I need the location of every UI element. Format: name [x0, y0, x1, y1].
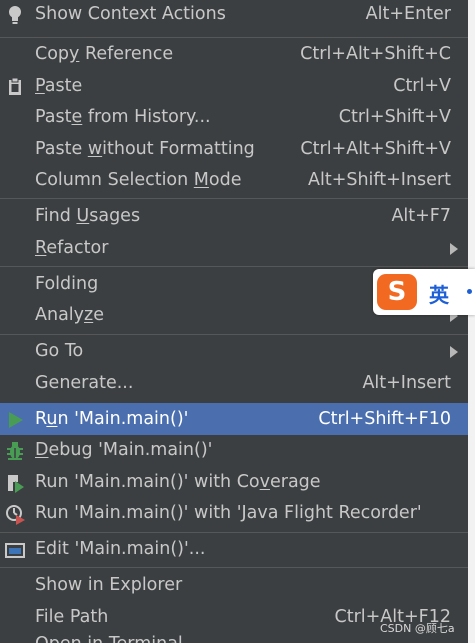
- menu-item-label: Find Usages: [35, 206, 141, 226]
- menu-item-refactor[interactable]: Refactor: [0, 233, 468, 264]
- separator: [0, 567, 468, 568]
- menu-item-shortcut: Ctrl+Shift+V: [338, 107, 451, 127]
- menu-item-column-selection-mode[interactable]: Column Selection Mode Alt+Shift+Insert: [0, 165, 468, 196]
- submenu-arrow-icon: [450, 346, 458, 358]
- menu-item-copy-reference[interactable]: Copy Reference Ctrl+Alt+Shift+C: [0, 39, 468, 70]
- menu-item-show-in-explorer[interactable]: Show in Explorer: [0, 570, 468, 601]
- menu-item-shortcut: Ctrl+Alt+Shift+C: [300, 44, 451, 64]
- menu-item-label: Run 'Main.main()' with 'Java Flight Reco…: [35, 503, 422, 523]
- bug-icon: [7, 442, 23, 460]
- bulb-icon: [9, 6, 21, 24]
- menu-item-label: Folding: [35, 274, 99, 294]
- menu-item-generate[interactable]: Generate... Alt+Insert: [0, 368, 468, 399]
- menu-item-run-with-coverage[interactable]: Run 'Main.main()' with Coverage: [0, 467, 468, 498]
- menu-item-label: Edit 'Main.main()'...: [35, 539, 206, 559]
- menu-item-label: Open in Terminal: [35, 634, 183, 643]
- menu-item-run[interactable]: Run 'Main.main()' Ctrl+Shift+F10: [0, 403, 468, 435]
- clipboard-icon: [9, 77, 21, 95]
- menu-item-shortcut: Alt+Insert: [362, 373, 451, 393]
- separator: [0, 266, 468, 267]
- menu-item-show-context-actions[interactable]: Show Context Actions Alt+Enter: [0, 0, 468, 30]
- menu-item-label: Copy Reference: [35, 44, 174, 64]
- menu-item-label: File Path: [35, 607, 109, 627]
- menu-item-label: Analyze: [35, 305, 104, 325]
- menu-item-shortcut: Ctrl+V: [393, 76, 451, 96]
- sogou-logo-icon: S: [377, 274, 417, 310]
- menu-item-label: Show in Explorer: [35, 575, 183, 595]
- menu-item-shortcut: Alt+Enter: [365, 4, 451, 24]
- menu-item-label: Go To: [35, 341, 84, 361]
- menu-item-run-with-jfr[interactable]: Run 'Main.main()' with 'Java Flight Reco…: [0, 498, 468, 529]
- menu-item-label: Show Context Actions: [35, 4, 226, 24]
- ime-punctuation-dot-icon: [467, 289, 472, 294]
- menu-item-shortcut: Alt+F7: [391, 206, 451, 226]
- menu-item-label: Paste from History...: [35, 107, 211, 127]
- ime-status-bar[interactable]: S 英: [373, 269, 475, 315]
- menu-item-label: Paste without Formatting: [35, 139, 255, 159]
- context-menu: Show Context Actions Alt+Enter Copy Refe…: [0, 0, 468, 643]
- menu-item-paste-without-formatting[interactable]: Paste without Formatting Ctrl+Alt+Shift+…: [0, 134, 468, 165]
- menu-item-label: Run 'Main.main()': [35, 409, 189, 429]
- menu-item-shortcut: Ctrl+Alt+Shift+V: [300, 139, 451, 159]
- menu-item-find-usages[interactable]: Find Usages Alt+F7: [0, 201, 468, 232]
- menu-item-label: Refactor: [35, 238, 109, 258]
- menu-item-debug[interactable]: Debug 'Main.main()': [0, 435, 468, 466]
- ime-language-indicator[interactable]: 英: [429, 279, 449, 308]
- coverage-icon: [8, 475, 24, 493]
- flight-recorder-icon: [6, 505, 25, 525]
- menu-item-label: Column Selection Mode: [35, 170, 242, 190]
- menu-item-shortcut: Alt+Shift+Insert: [308, 170, 451, 190]
- menu-item-paste[interactable]: Paste Ctrl+V: [0, 71, 468, 102]
- window-edge: [468, 0, 475, 643]
- submenu-arrow-icon: [450, 243, 458, 255]
- separator: [0, 532, 468, 533]
- separator: [0, 37, 468, 38]
- watermark: CSDN @顾七a: [380, 622, 455, 635]
- menu-item-label: Generate...: [35, 373, 134, 393]
- separator: [0, 334, 468, 335]
- menu-item-label: Run 'Main.main()' with Coverage: [35, 472, 321, 492]
- edit-config-icon: [5, 543, 25, 558]
- separator: [0, 198, 468, 199]
- menu-item-label: Debug 'Main.main()': [35, 440, 213, 460]
- menu-item-go-to[interactable]: Go To: [0, 336, 468, 367]
- menu-item-edit-configuration[interactable]: Edit 'Main.main()'...: [0, 534, 468, 565]
- run-icon: [9, 412, 23, 428]
- menu-item-paste-from-history[interactable]: Paste from History... Ctrl+Shift+V: [0, 102, 468, 133]
- menu-item-label: Paste: [35, 76, 83, 96]
- menu-item-shortcut: Ctrl+Shift+F10: [318, 409, 451, 429]
